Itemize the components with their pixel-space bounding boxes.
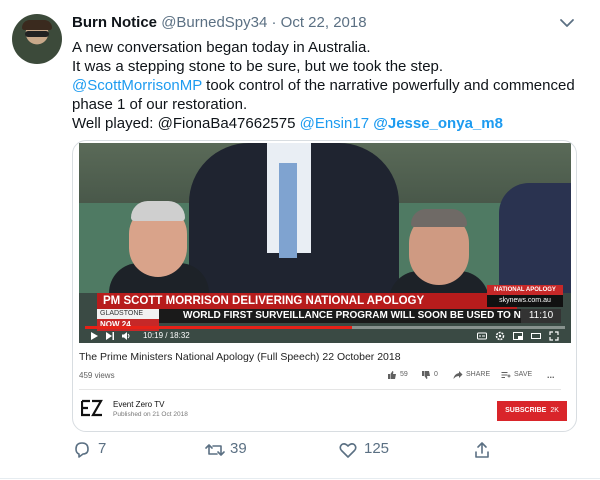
playlist-add-icon <box>501 372 511 378</box>
save-label: SAVE <box>514 371 533 378</box>
chyron-site: skynews.com.au <box>487 295 563 307</box>
video-frame-figure-mid-hair <box>411 209 467 227</box>
avatar[interactable] <box>12 14 62 64</box>
video-views: 459 views <box>79 371 115 380</box>
mention-scottmorrisonmp[interactable]: @ScottMorrisonMP <box>72 77 202 94</box>
header-separator: · <box>271 14 277 31</box>
subscriber-count: 2K <box>550 407 559 414</box>
avatar-glasses <box>25 31 49 37</box>
author-name[interactable]: Burn Notice <box>72 14 157 31</box>
publish-date: Published on 21 Oct 2018 <box>113 411 188 418</box>
tweet-date[interactable]: Oct 22, 2018 <box>281 14 367 31</box>
tweet-text: A new conversation began today in Austra… <box>72 38 582 133</box>
dislike-count: 0 <box>434 371 438 378</box>
tweet-text-line-4: phase 1 of our restoration. <box>72 96 248 113</box>
share-arrow-icon <box>453 371 463 379</box>
reply-bubble-icon <box>75 442 89 458</box>
chevron-down-icon[interactable] <box>556 14 578 32</box>
retweet-count: 39 <box>230 440 247 457</box>
captions-icon[interactable] <box>477 331 487 341</box>
author-handle[interactable]: @BurnedSpy34 <box>161 14 267 31</box>
avatar-hair <box>22 20 52 30</box>
chyron-clock: 11:10 <box>521 309 561 323</box>
tweet-text-line-3-rest: took control of the narrative powerfully… <box>201 77 575 94</box>
play-icon[interactable] <box>89 331 99 341</box>
tweet-text-line-2: It was a stepping stone to be sure, but … <box>72 58 444 75</box>
time-elapsed: 10:19 <box>143 331 164 340</box>
tweet-text-line-3: @ScottMorrisonMP took control of the nar… <box>72 76 582 95</box>
channel-logo-icon[interactable] <box>81 399 103 417</box>
time-total: 18:32 <box>169 331 190 340</box>
video-title[interactable]: The Prime Ministers National Apology (Fu… <box>79 351 401 363</box>
heart-icon <box>339 443 357 458</box>
tweet-text-line-5-prefix: Well played: @FionaBa47662575 <box>72 115 300 132</box>
tweet-actions: 7 39 125 <box>72 438 592 462</box>
video-frame-tie <box>279 163 297 258</box>
tweet: Burn Notice @BurnedSpy34 · Oct 22, 2018 … <box>0 0 600 480</box>
chyron-headline: PM SCOTT MORRISON DELIVERING NATIONAL AP… <box>97 293 517 309</box>
next-icon[interactable] <box>105 331 115 341</box>
miniplayer-icon[interactable] <box>513 331 523 341</box>
thumbs-up-icon <box>388 371 396 379</box>
share-upload-icon <box>475 442 489 458</box>
tweet-text-line-1: A new conversation began today in Austra… <box>72 39 371 56</box>
video-frame-figure-right <box>499 183 571 293</box>
channel-name[interactable]: Event Zero TV <box>113 400 164 409</box>
video-controls: 10:19 / 18:32 <box>85 329 565 343</box>
share-label: SHARE <box>466 371 491 378</box>
theater-mode-icon[interactable] <box>531 331 541 341</box>
subscribe-label: SUBSCRIBE <box>505 407 547 414</box>
chyron-ticker: WORLD FIRST SURVEILLANCE PROGRAM WILL SO… <box>159 309 521 323</box>
settings-gear-icon[interactable] <box>495 331 505 341</box>
video-player[interactable]: PM SCOTT MORRISON DELIVERING NATIONAL AP… <box>79 143 571 343</box>
mention-jesse-onya-m8[interactable]: @Jesse_onya_m8 <box>373 115 503 132</box>
chyron-location: GLADSTONE <box>97 309 159 319</box>
mention-ensin17[interactable]: @Ensin17 <box>300 115 369 132</box>
time-separator: / <box>163 331 170 340</box>
more-actions-label: ... <box>547 370 555 380</box>
video-time: 10:19 / 18:32 <box>143 330 190 342</box>
embedded-video-card[interactable]: PM SCOTT MORRISON DELIVERING NATIONAL AP… <box>72 140 577 432</box>
reply-count: 7 <box>98 440 107 457</box>
tweet-text-line-5: Well played: @FionaBa47662575 @Ensin17 @… <box>72 114 582 133</box>
volume-icon[interactable] <box>121 331 131 341</box>
tweet-header: Burn Notice @BurnedSpy34 · Oct 22, 2018 <box>72 14 367 31</box>
fullscreen-icon[interactable] <box>549 331 559 341</box>
like-count-tweet: 125 <box>364 440 390 457</box>
like-count: 59 <box>400 371 408 378</box>
thumbs-down-icon <box>422 371 430 379</box>
subscribe-button[interactable]: SUBSCRIBE 2K <box>497 401 567 421</box>
tweet-divider <box>0 478 600 479</box>
chyron-program-label: NATIONAL APOLOGY <box>487 285 563 295</box>
retweet-icon <box>205 444 225 456</box>
video-frame-figure-left-hair <box>131 201 185 221</box>
channel-divider <box>79 389 561 390</box>
